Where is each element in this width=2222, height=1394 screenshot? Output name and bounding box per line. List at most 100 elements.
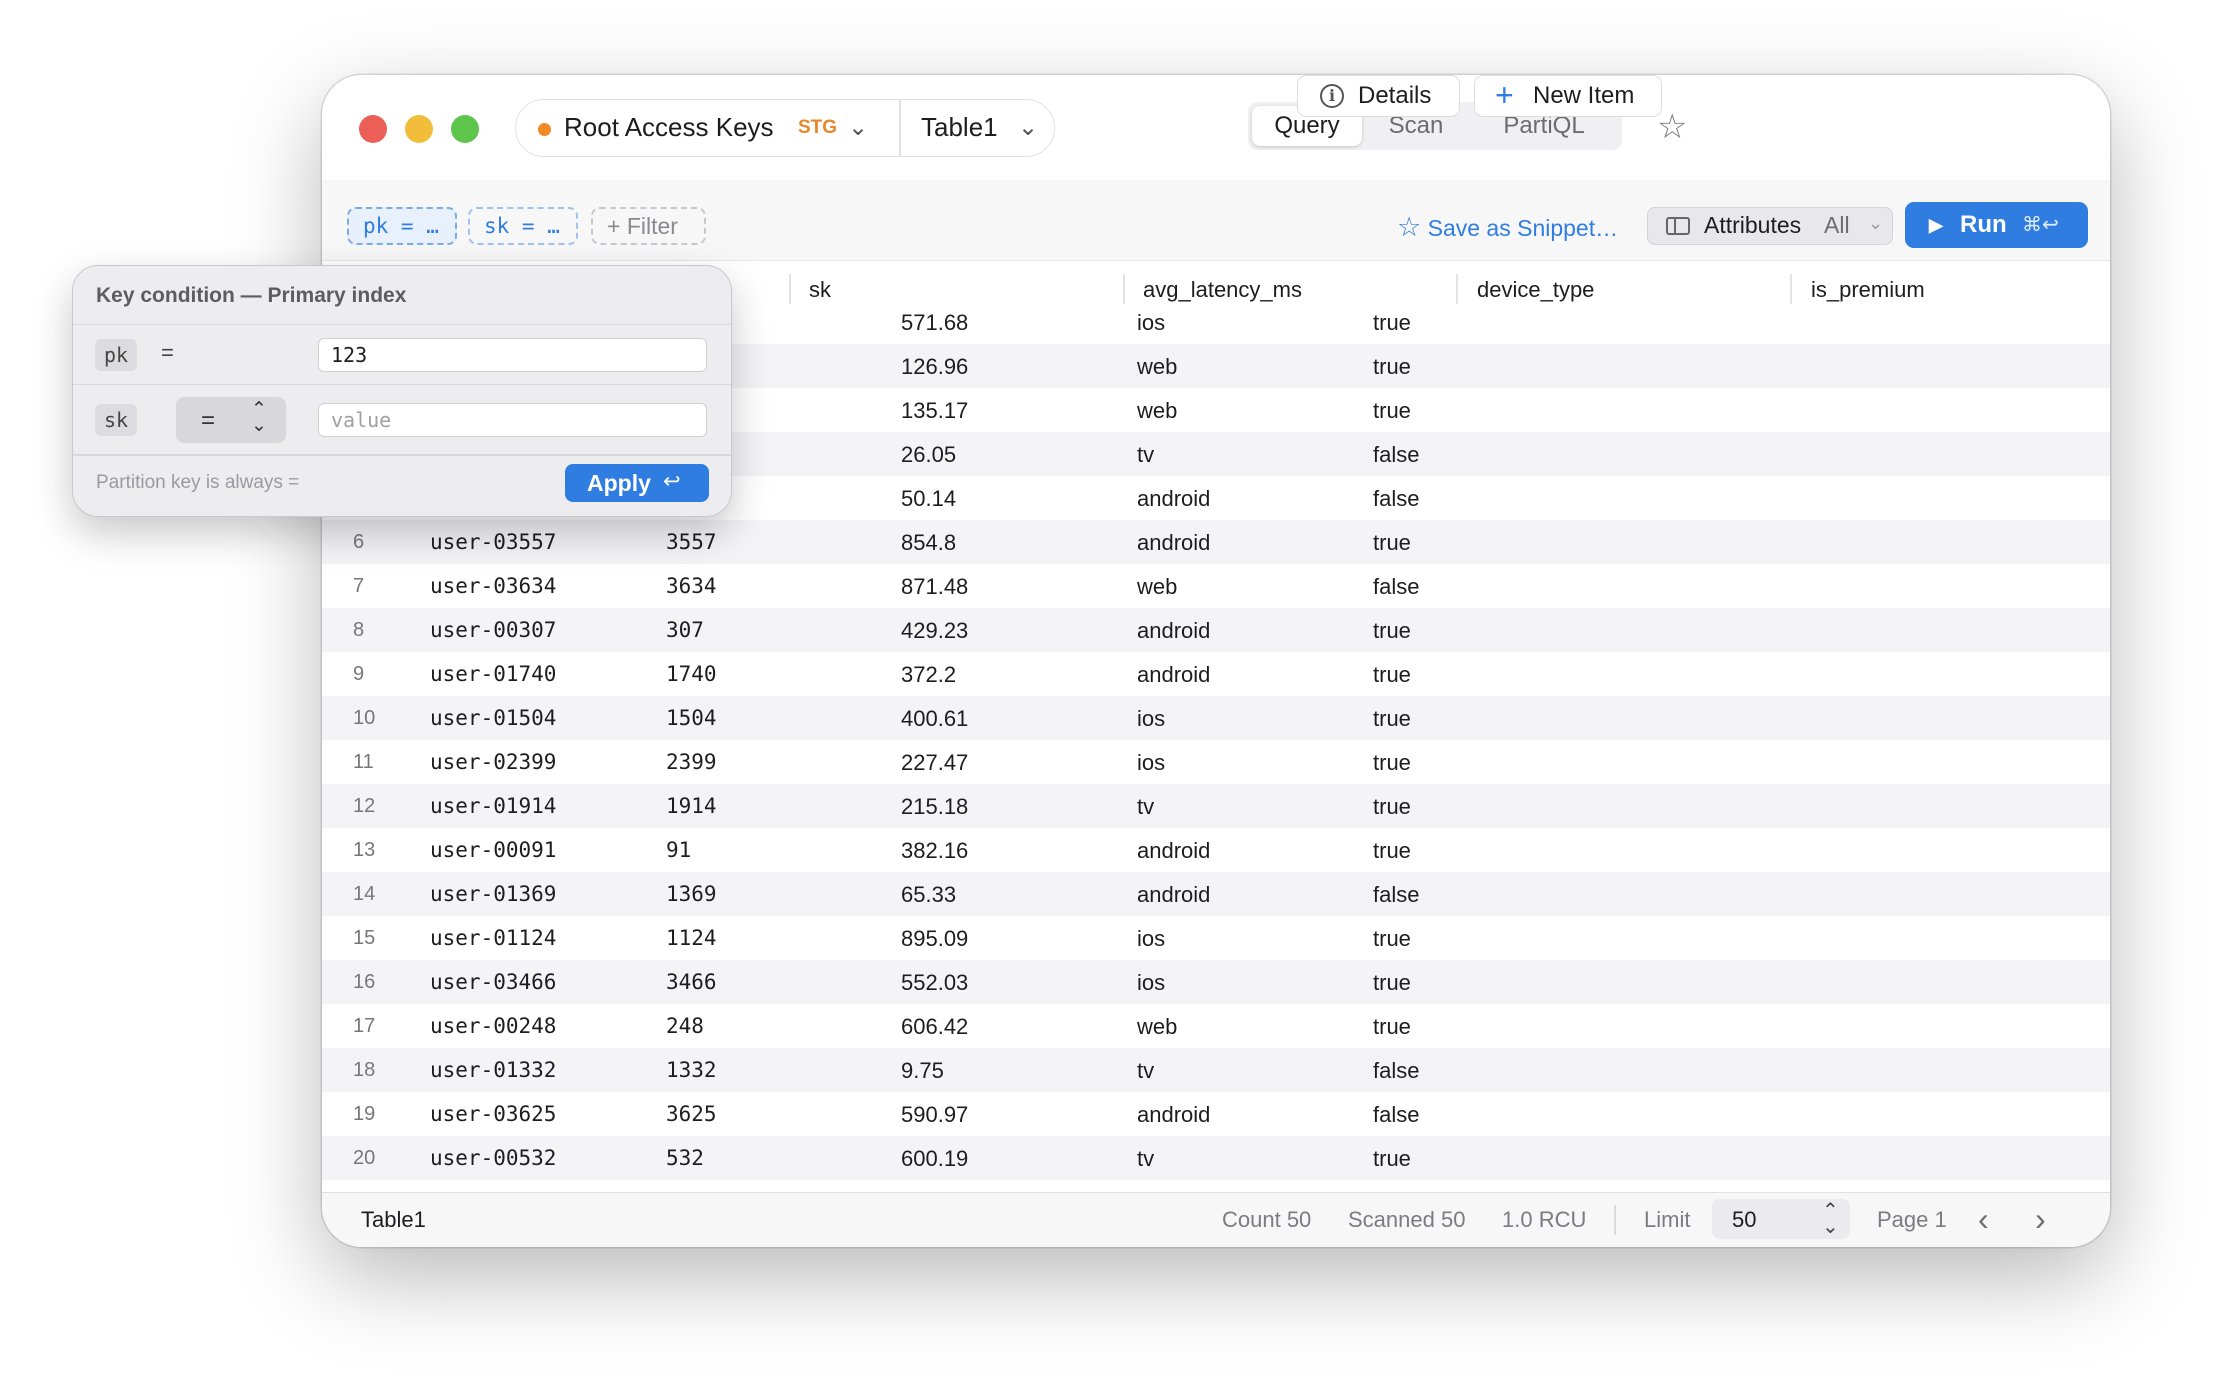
is-premium-cell: false <box>1373 882 1420 907</box>
chevron-down-icon[interactable]: ⌄ <box>848 113 868 142</box>
device-type-cell: ios <box>1137 310 1166 335</box>
environment-badge: STG <box>798 117 838 138</box>
pk-cell: user-00248 <box>430 1014 557 1038</box>
avg-latency-cell: 552.03 <box>901 970 969 995</box>
run-button[interactable]: ▶ Run ⌘↩ <box>1905 202 2088 248</box>
popover-title: Key condition — Primary index <box>96 284 407 307</box>
table-row[interactable]: 16 user-03466 3466 552.03 ios true <box>322 960 2110 1004</box>
avg-latency-cell: 126.96 <box>901 354 969 379</box>
device-type-cell: ios <box>1137 750 1166 775</box>
is-premium-cell: true <box>1373 750 1411 775</box>
limit-label: Limit <box>1644 1207 1691 1232</box>
is-premium-cell: false <box>1373 486 1420 511</box>
table-row[interactable]: 9 user-01740 1740 372.2 android true <box>322 652 2110 696</box>
table-row[interactable]: 11 user-02399 2399 227.47 ios true <box>322 740 2110 784</box>
device-type-cell: android <box>1137 1102 1211 1127</box>
pk-cell: user-01914 <box>430 794 557 818</box>
device-type-cell: android <box>1137 530 1211 555</box>
row-number-cell: 18 <box>353 1059 376 1081</box>
apply-button[interactable]: Apply ↩ <box>565 464 709 502</box>
device-type-cell: tv <box>1137 794 1155 819</box>
table-row[interactable]: 18 user-01332 1332 9.75 tv false <box>322 1048 2110 1092</box>
device-type-cell: android <box>1137 662 1211 687</box>
is-premium-cell: false <box>1373 1058 1420 1083</box>
add-filter-chip[interactable]: + Filter <box>591 207 706 245</box>
table-selector[interactable]: Table1 <box>921 112 998 143</box>
device-type-cell: tv <box>1137 1146 1155 1171</box>
is-premium-cell: true <box>1373 1146 1411 1171</box>
sk-cell: 1740 <box>666 662 717 686</box>
pk-value-input[interactable] <box>318 338 707 372</box>
pk-cell: user-02399 <box>430 750 557 774</box>
pk-cell: user-01124 <box>430 926 557 950</box>
popover-hint: Partition key is always = <box>96 472 300 493</box>
sk-cell: 248 <box>666 1014 704 1038</box>
table-row[interactable]: 7 user-03634 3634 871.48 web false <box>322 564 2110 608</box>
pk-cell: user-00532 <box>430 1146 557 1170</box>
pk-condition-chip[interactable]: pk = … <box>347 207 457 245</box>
sk-cell: 307 <box>666 618 704 642</box>
pk-cell: user-00307 <box>430 618 557 642</box>
avg-latency-cell: 26.05 <box>901 442 957 467</box>
close-window-button[interactable] <box>359 115 387 143</box>
row-number-cell: 15 <box>353 927 376 949</box>
sk-condition-chip[interactable]: sk = … <box>468 207 578 245</box>
details-button[interactable]: i Details <box>1297 75 1460 117</box>
table-row[interactable]: 8 user-00307 307 429.23 android true <box>322 608 2110 652</box>
device-type-cell: android <box>1137 838 1211 863</box>
minimize-window-button[interactable] <box>405 115 433 143</box>
sk-operator-select[interactable]: = ⌃ ⌄ <box>176 397 286 443</box>
pk-cell: user-01504 <box>430 706 557 730</box>
chevron-down-icon: ⌄ <box>1868 213 1884 233</box>
table-row[interactable]: 15 user-01124 1124 895.09 ios true <box>322 916 2110 960</box>
limit-stepper[interactable]: 50 ⌃ ⌄ <box>1712 1199 1850 1239</box>
avg-latency-cell: 600.19 <box>901 1146 969 1171</box>
table-row[interactable]: 13 user-00091 91 382.16 android true <box>322 828 2110 872</box>
attributes-selector[interactable]: Attributes All ⌄ <box>1647 207 1893 245</box>
device-type-cell: ios <box>1137 706 1166 731</box>
chevron-down-icon[interactable]: ⌄ <box>1018 113 1038 142</box>
updown-chevron-icon: ⌃ ⌄ <box>1822 1200 1839 1238</box>
scanned-count: Scanned 50 <box>1348 1207 1466 1232</box>
avg-latency-cell: 372.2 <box>901 662 957 687</box>
chevron-right-icon[interactable]: › <box>2035 1201 2046 1238</box>
table-row[interactable]: 17 user-00248 248 606.42 web true <box>322 1004 2110 1048</box>
pk-cell: user-03625 <box>430 1102 557 1126</box>
sk-value-input[interactable] <box>318 403 707 437</box>
is-premium-cell: true <box>1373 398 1411 423</box>
avg-latency-cell: 215.18 <box>901 794 969 819</box>
sk-cell: 3634 <box>666 574 717 598</box>
star-icon[interactable]: ☆ <box>1657 107 1687 147</box>
table-row[interactable]: 10 user-01504 1504 400.61 ios true <box>322 696 2110 740</box>
is-premium-cell: true <box>1373 970 1411 995</box>
save-snippet-button[interactable]: ☆ Save as Snippet… <box>1397 210 1618 245</box>
avg-latency-cell: 50.14 <box>901 486 957 511</box>
return-icon: ↩ <box>663 470 681 493</box>
table-row[interactable]: 12 user-01914 1914 215.18 tv true <box>322 784 2110 828</box>
row-number-cell: 10 <box>353 707 376 729</box>
zoom-window-button[interactable] <box>451 115 479 143</box>
title-bar: Root Access Keys STG ⌄ Table1 ⌄ Query Sc… <box>322 75 2110 180</box>
row-number-cell: 20 <box>353 1147 376 1169</box>
avg-latency-cell: 571.68 <box>901 310 969 335</box>
status-bar: Table1 Count 50 Scanned 50 1.0 RCU Limit… <box>322 1192 2110 1247</box>
sk-cell: 3557 <box>666 530 717 554</box>
row-number-cell: 6 <box>353 531 365 553</box>
divider <box>899 100 901 156</box>
device-type-cell: web <box>1137 354 1178 379</box>
pk-cell: user-03466 <box>430 970 557 994</box>
rcu-usage: 1.0 RCU <box>1502 1207 1587 1232</box>
play-icon: ▶ <box>1929 215 1943 235</box>
row-number-cell: 12 <box>353 795 376 817</box>
table-row[interactable]: 6 user-03557 3557 854.8 android true <box>322 520 2110 564</box>
new-item-button[interactable]: + New Item <box>1474 75 1662 117</box>
chevron-left-icon[interactable]: ‹ <box>1978 1201 1989 1238</box>
table-row[interactable]: 20 user-00532 532 600.19 tv true <box>322 1136 2110 1180</box>
is-premium-cell: true <box>1373 926 1411 951</box>
divider <box>1614 1205 1616 1235</box>
table-row[interactable]: 14 user-01369 1369 65.33 android false <box>322 872 2110 916</box>
connection-name[interactable]: Root Access Keys <box>564 112 774 143</box>
pk-operator: = <box>161 340 174 365</box>
table-row[interactable]: 19 user-03625 3625 590.97 android false <box>322 1092 2110 1136</box>
plus-icon: + <box>1495 77 1514 113</box>
